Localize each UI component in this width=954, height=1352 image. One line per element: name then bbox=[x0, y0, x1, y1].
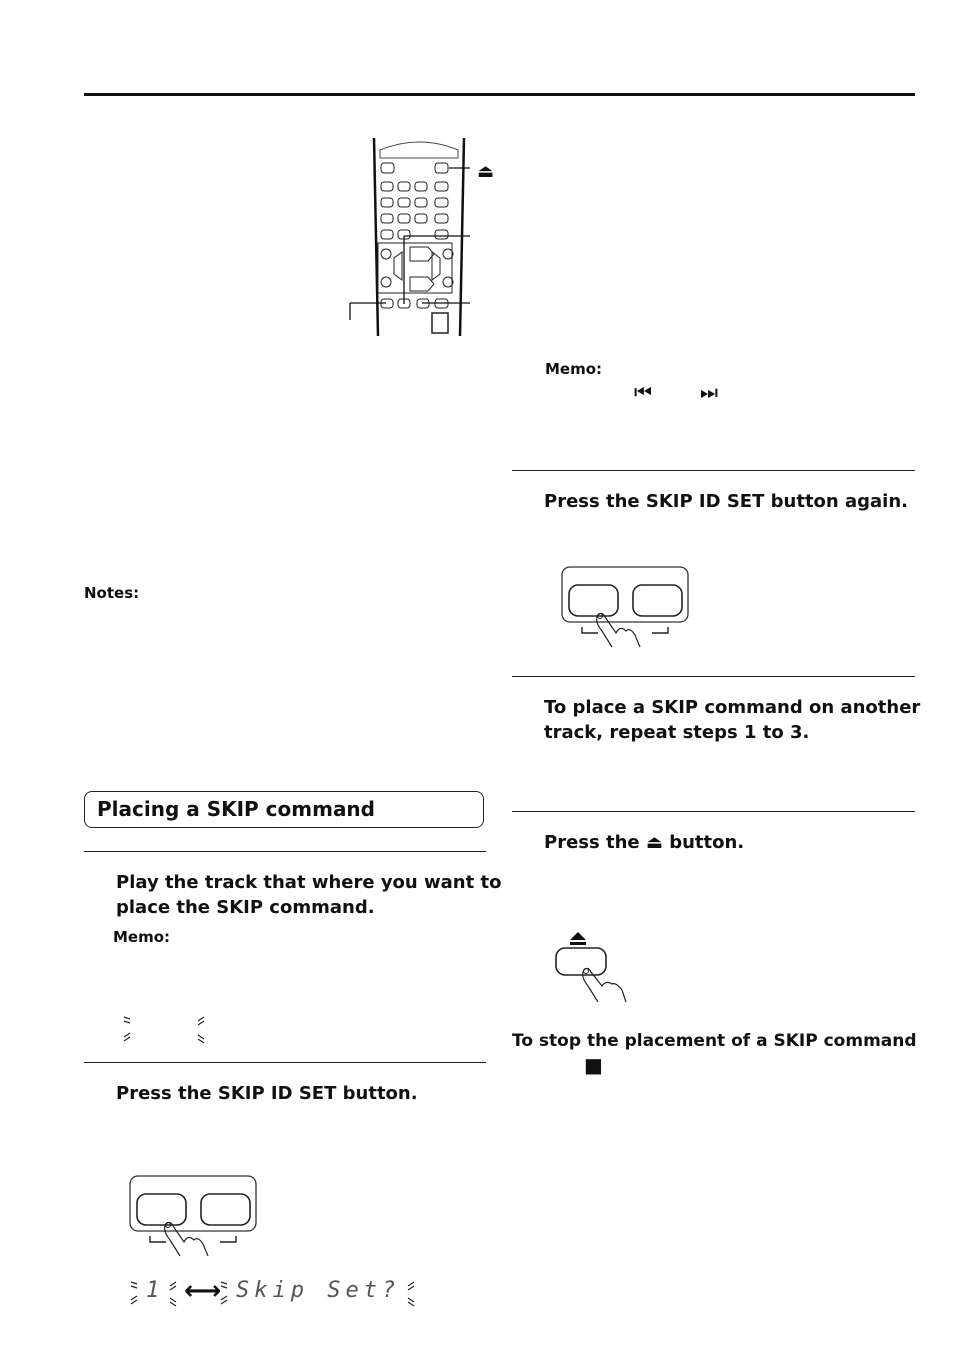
display-readout: 1 ⟷ Skip Set? bbox=[128, 1276, 418, 1310]
memo-label: Memo: bbox=[545, 360, 603, 378]
step-1-line-2: place the SKIP command. bbox=[116, 897, 375, 918]
step-divider bbox=[512, 470, 915, 471]
notes-label: Notes: bbox=[84, 584, 140, 602]
page-top-rule bbox=[84, 93, 915, 96]
step-3-text: Press the SKIP ID SET button again. bbox=[544, 491, 908, 512]
step-divider bbox=[84, 1062, 486, 1063]
display-track-number: 1 bbox=[146, 1278, 165, 1303]
skip-back-icon: ⏮ bbox=[634, 380, 652, 404]
memo-label: Memo: bbox=[113, 928, 171, 946]
blink-marks-icon bbox=[123, 1016, 205, 1044]
step-1-text: Play the track that where you want to pl… bbox=[116, 870, 501, 920]
skip-id-set-button-illustration bbox=[129, 1175, 257, 1257]
stop-icon: ■ bbox=[584, 1053, 603, 1077]
remote-control-illustration bbox=[349, 137, 470, 337]
step-divider bbox=[512, 811, 915, 812]
step-5-text-before: Press the bbox=[544, 832, 640, 853]
step-1-line-1: Play the track that where you want to bbox=[116, 872, 502, 893]
step-5-text: Press the ⏏ button. bbox=[544, 830, 744, 855]
step-divider bbox=[512, 676, 915, 677]
eject-icon: ⏏ bbox=[645, 832, 663, 853]
double-arrow-icon: ⟷ bbox=[184, 1276, 222, 1306]
skip-forward-icon: ⏭ bbox=[700, 380, 718, 404]
stop-heading: To stop the placement of a SKIP command bbox=[512, 1031, 917, 1051]
section-title: Placing a SKIP command bbox=[97, 797, 375, 821]
display-message: Skip Set? bbox=[236, 1278, 401, 1303]
step-4-line-2: track, repeat steps 1 to 3. bbox=[544, 722, 810, 743]
step-5-text-after: button. bbox=[669, 832, 745, 853]
step-4-text: To place a SKIP command on another track… bbox=[544, 695, 920, 745]
step-2-text: Press the SKIP ID SET button. bbox=[116, 1083, 418, 1104]
step-divider bbox=[84, 851, 486, 852]
eject-button-illustration bbox=[555, 932, 627, 1003]
eject-icon: ⏏ bbox=[477, 161, 495, 182]
skip-id-set-button-illustration bbox=[561, 566, 689, 648]
section-title-box: Placing a SKIP command bbox=[84, 791, 484, 828]
step-4-line-1: To place a SKIP command on another bbox=[544, 697, 921, 718]
